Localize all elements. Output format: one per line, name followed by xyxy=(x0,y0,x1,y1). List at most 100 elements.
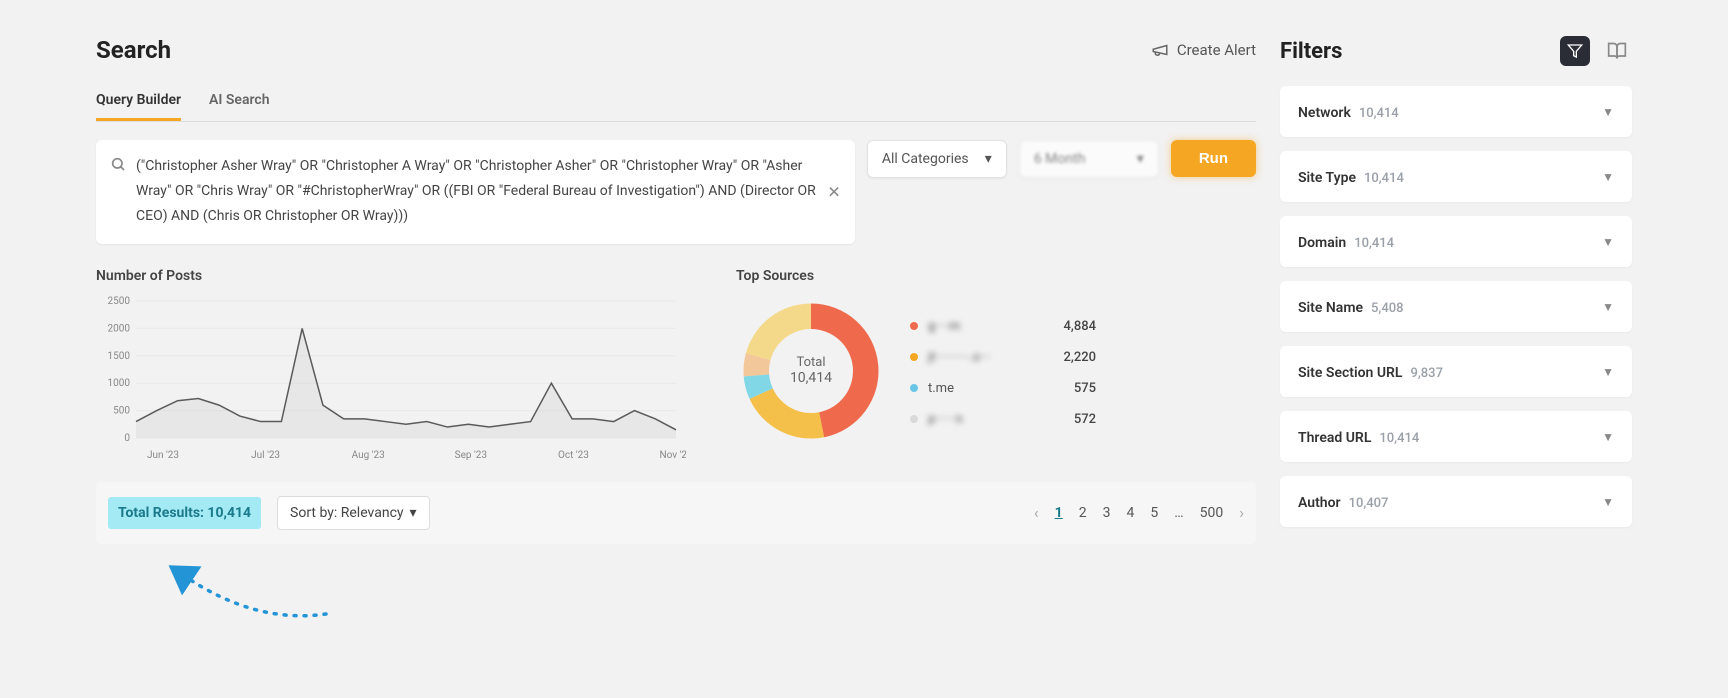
filter-label: Thread URL xyxy=(1298,430,1371,446)
filter-network[interactable]: Network 10,414 ▼ xyxy=(1280,86,1632,137)
svg-text:1500: 1500 xyxy=(108,350,131,361)
page-prev-icon[interactable]: ‹ xyxy=(1034,503,1039,522)
annotation-arrow xyxy=(156,552,1256,636)
tab-query-builder[interactable]: Query Builder xyxy=(96,84,181,121)
filter-author[interactable]: Author 10,407 ▼ xyxy=(1280,476,1632,527)
donut-legend: g····m 4,884 jt··········.o··· 2,220 t.me 575… xyxy=(910,319,1096,427)
posts-line-chart: Number of Posts 0 500 1000 1500 2000 2500 Jun … xyxy=(96,268,716,470)
filter-site-section-url[interactable]: Site Section URL 9,837 ▼ xyxy=(1280,346,1632,397)
svg-text:2000: 2000 xyxy=(108,323,131,334)
filter-label: Site Type xyxy=(1298,170,1356,186)
filter-count: 10,414 xyxy=(1364,171,1404,186)
svg-text:Oct '23: Oct '23 xyxy=(558,450,589,461)
filter-label: Site Section URL xyxy=(1298,365,1403,381)
svg-text:Nov '23: Nov '23 xyxy=(659,450,686,461)
run-button[interactable]: Run xyxy=(1171,140,1256,177)
filter-count: 9,837 xyxy=(1411,366,1443,381)
date-range-label: 6 Month xyxy=(1034,151,1086,167)
filter-thread-url[interactable]: Thread URL 10,414 ▼ xyxy=(1280,411,1632,462)
filter-label: Network xyxy=(1298,105,1351,121)
book-icon-button[interactable] xyxy=(1602,36,1632,66)
legend-dot xyxy=(910,415,918,423)
query-text: ("Christopher Asher Wray" OR "Christophe… xyxy=(136,154,817,230)
legend-value: 572 xyxy=(1074,412,1096,427)
page-next-icon[interactable]: › xyxy=(1239,503,1244,522)
chevron-down-icon: ▼ xyxy=(1602,300,1614,314)
chevron-down-icon: ▼ xyxy=(1602,105,1614,119)
donut-chart-title: Top Sources xyxy=(736,268,1096,284)
legend-name: t.me xyxy=(928,381,1064,396)
page-3[interactable]: 3 xyxy=(1103,505,1111,521)
legend-item: t.me 575 xyxy=(910,381,1096,396)
legend-item: jt··········.o··· 2,220 xyxy=(910,350,1096,365)
megaphone-icon xyxy=(1151,41,1169,59)
filter-icon xyxy=(1567,43,1583,59)
filter-count: 10,414 xyxy=(1359,106,1399,121)
filter-count: 10,414 xyxy=(1354,236,1394,251)
filter-icon-button[interactable] xyxy=(1560,36,1590,66)
page-5[interactable]: 5 xyxy=(1150,505,1158,521)
create-alert-label: Create Alert xyxy=(1177,41,1256,59)
filter-label: Author xyxy=(1298,495,1341,511)
total-results-badge: Total Results: 10,414 xyxy=(108,497,261,529)
clear-query-icon[interactable]: ✕ xyxy=(827,182,840,201)
line-chart-title: Number of Posts xyxy=(96,268,716,284)
chevron-down-icon: ▾ xyxy=(1137,151,1144,167)
categories-select[interactable]: All Categories ▾ xyxy=(867,140,1007,178)
filter-count: 10,414 xyxy=(1379,431,1419,446)
chevron-down-icon: ▼ xyxy=(1602,170,1614,184)
filter-label: Site Name xyxy=(1298,300,1363,316)
top-sources-chart: Top Sources Total 10,414 g····m 4,884 jt··… xyxy=(736,268,1096,470)
search-tabs: Query Builder AI Search xyxy=(96,84,1256,122)
legend-value: 4,884 xyxy=(1064,319,1096,334)
legend-item: p······n572 xyxy=(910,412,1096,427)
legend-dot xyxy=(910,384,918,392)
page-last[interactable]: 500 xyxy=(1200,505,1224,521)
svg-text:Jun '23: Jun '23 xyxy=(147,450,179,461)
create-alert-button[interactable]: Create Alert xyxy=(1151,41,1256,59)
svg-text:500: 500 xyxy=(113,405,130,416)
svg-text:Sep '23: Sep '23 xyxy=(455,450,487,461)
filter-site-name[interactable]: Site Name 5,408 ▼ xyxy=(1280,281,1632,332)
svg-text:1000: 1000 xyxy=(108,378,131,389)
tab-ai-search[interactable]: AI Search xyxy=(209,84,269,121)
query-input[interactable]: ("Christopher Asher Wray" OR "Christophe… xyxy=(96,140,855,244)
page-4[interactable]: 4 xyxy=(1126,505,1134,521)
filter-site-type[interactable]: Site Type 10,414 ▼ xyxy=(1280,151,1632,202)
donut-center-value: 10,414 xyxy=(790,370,832,386)
categories-label: All Categories xyxy=(882,151,969,167)
pagination: ‹ 1 2 3 4 5 … 500 › xyxy=(1034,503,1244,522)
filter-count: 10,407 xyxy=(1349,496,1389,511)
page-title: Search xyxy=(96,36,171,64)
legend-value: 575 xyxy=(1074,381,1096,396)
page-2[interactable]: 2 xyxy=(1079,505,1087,521)
legend-item: g····m 4,884 xyxy=(910,319,1096,334)
chevron-down-icon: ▼ xyxy=(1602,430,1614,444)
filter-label: Domain xyxy=(1298,235,1346,251)
chevron-down-icon: ▾ xyxy=(985,151,992,167)
legend-value: 2,220 xyxy=(1064,350,1096,365)
legend-dot xyxy=(910,322,918,330)
filter-domain[interactable]: Domain10,414▼ xyxy=(1280,216,1632,267)
sort-select[interactable]: Sort by: Relevancy ▾ xyxy=(277,496,430,530)
page-1[interactable]: 1 xyxy=(1055,505,1063,521)
results-bar: Total Results: 10,414 Sort by: Relevancy… xyxy=(96,482,1256,544)
legend-name: g····m xyxy=(928,319,1054,334)
date-range-select[interactable]: 6 Month ▾ xyxy=(1019,140,1159,178)
book-icon xyxy=(1607,41,1627,61)
legend-name: jt··········.o··· xyxy=(928,350,1054,365)
filters-list: Network 10,414 ▼ Site Type 10,414 ▼ Domain 10,4… xyxy=(1280,86,1632,527)
legend-dot xyxy=(910,353,918,361)
sort-label: Sort by: Relevancy xyxy=(290,505,403,521)
svg-text:0: 0 xyxy=(124,433,130,444)
svg-text:2500: 2500 xyxy=(108,296,131,307)
page-ellipsis: … xyxy=(1174,505,1183,521)
chevron-down-icon: ▼ xyxy=(1602,365,1614,379)
svg-text:Jul '23: Jul '23 xyxy=(251,450,280,461)
svg-text:Aug '23: Aug '23 xyxy=(352,450,385,461)
filter-count: 5,408 xyxy=(1371,301,1403,316)
line-chart-svg: 0 500 1000 1500 2000 2500 Jun '23 Jul '23 Aug '2… xyxy=(96,296,686,466)
chevron-down-icon: ▼ xyxy=(1602,495,1614,509)
donut-center-label: Total xyxy=(796,355,825,370)
search-icon xyxy=(110,156,126,176)
